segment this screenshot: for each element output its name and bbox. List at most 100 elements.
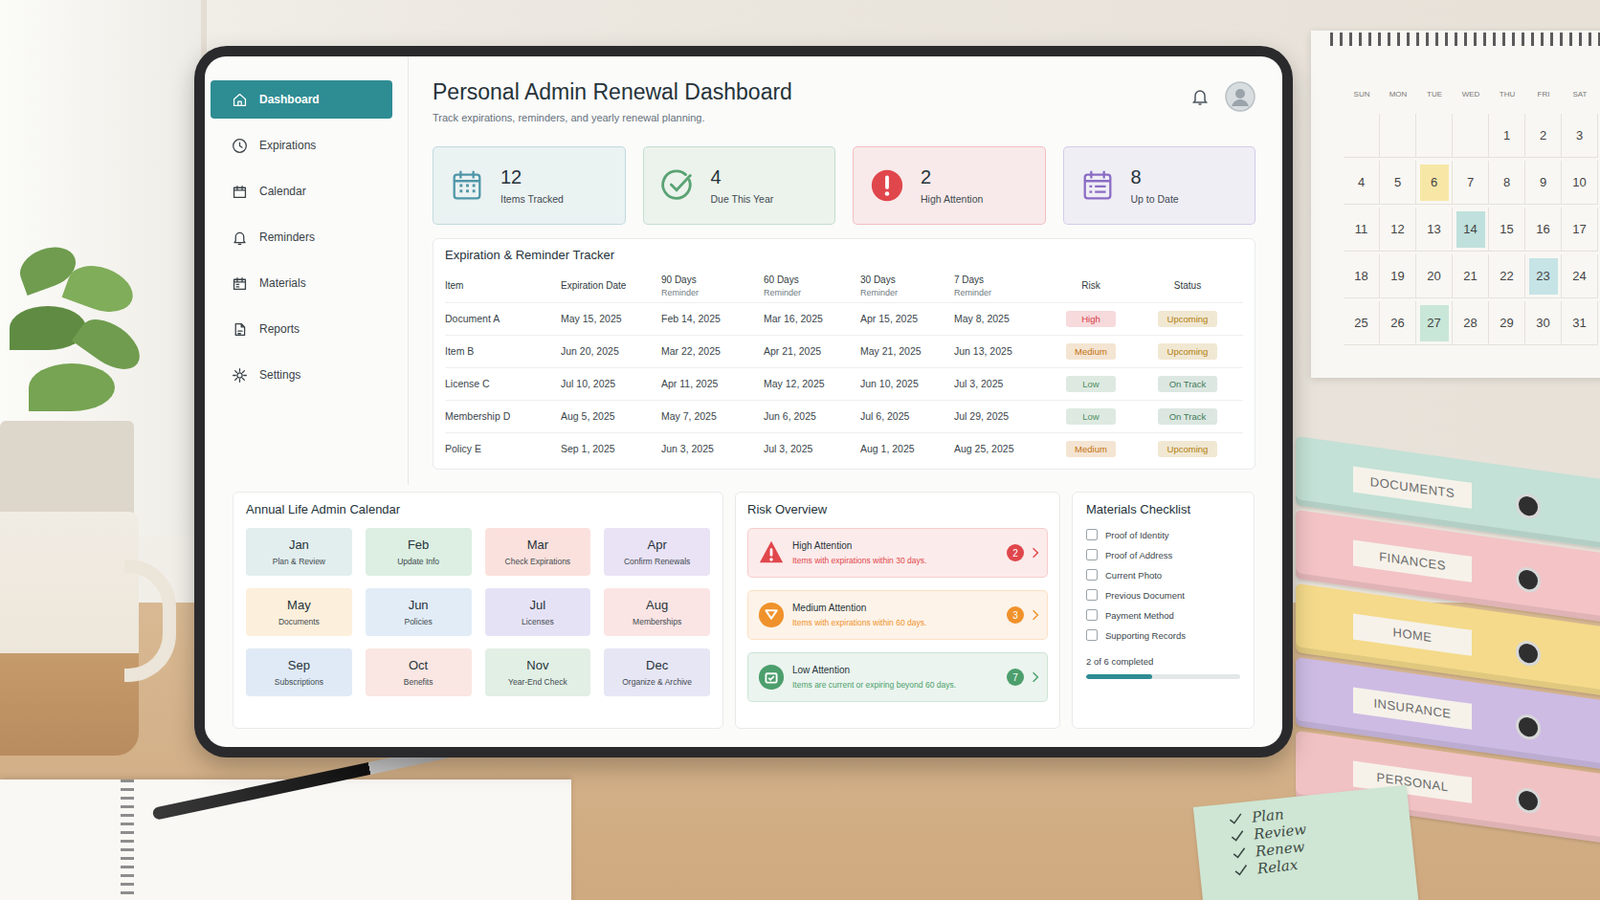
calendar-icon xyxy=(231,275,248,292)
bottom-panels: Annual Life Admin CalendarJanPlan & Revi… xyxy=(204,485,1283,748)
table-row[interactable]: Item BJun 20, 2025Mar 22, 2025Apr 21, 20… xyxy=(444,334,1244,368)
risk-title: High Attention xyxy=(792,540,1000,552)
reminder-cell: May 7, 2025 xyxy=(661,410,764,423)
calendar-day: 2 xyxy=(1525,113,1562,158)
date-cell: Aug 5, 2025 xyxy=(560,410,662,423)
date-cell: May 15, 2025 xyxy=(560,312,662,325)
stat-value: 12 xyxy=(500,166,564,189)
month-tile[interactable]: OctBenefits xyxy=(365,648,472,697)
checkbox[interactable] xyxy=(1086,529,1098,541)
risk-overview-panel: Risk OverviewHigh AttentionItems with ex… xyxy=(734,491,1061,730)
calendar-day: 18 xyxy=(1343,254,1380,299)
checkbox[interactable] xyxy=(1086,569,1098,581)
stat-value: 8 xyxy=(1131,166,1179,189)
table-row[interactable]: Document AMay 15, 2025Feb 14, 2025Mar 16… xyxy=(444,302,1244,335)
stat-value: 4 xyxy=(711,166,775,189)
bell-icon[interactable] xyxy=(1190,87,1210,107)
materials-checklist-panel: Materials ChecklistProof of IdentityProo… xyxy=(1071,491,1255,730)
sidebar-item[interactable]: Expirations xyxy=(210,126,393,165)
stat-label: Up to Date xyxy=(1131,193,1179,205)
weekday-label: TUE xyxy=(1416,89,1453,104)
month-tile[interactable]: MayDocuments xyxy=(245,588,353,637)
binder-ring-icon xyxy=(1515,712,1541,742)
clock-badge-icon xyxy=(757,601,785,629)
column-header[interactable]: 7 DaysReminder xyxy=(954,274,1050,298)
stat-card[interactable]: 12 Items Tracked xyxy=(432,146,626,225)
checkbox[interactable] xyxy=(1086,589,1098,601)
sidebar-item[interactable]: Calendar xyxy=(210,172,393,211)
calendar-day: 10 xyxy=(1561,160,1599,205)
month-tile[interactable]: JanPlan & Review xyxy=(245,528,353,577)
column-header[interactable]: Risk xyxy=(1049,280,1133,291)
checkbox[interactable] xyxy=(1086,629,1098,642)
progress-fill xyxy=(1086,674,1153,680)
calendar-day: 14 xyxy=(1452,207,1489,252)
month-tile[interactable]: JulLicenses xyxy=(485,588,592,637)
blank-day xyxy=(1343,113,1380,158)
calendar-day: 4 xyxy=(1343,160,1380,205)
calendar-day: 11 xyxy=(1343,207,1380,252)
column-header[interactable]: 60 DaysReminder xyxy=(763,274,861,298)
risk-description: Items with expirations within 60 days. xyxy=(792,618,1000,628)
progress-label: 2 of 6 completed xyxy=(1086,656,1241,667)
month-tile[interactable]: NovYear-End Check xyxy=(485,648,592,697)
stat-card[interactable]: 2High Attention xyxy=(852,146,1046,225)
annual-calendar-panel: Annual Life Admin CalendarJanPlan & Revi… xyxy=(232,491,724,730)
table-row[interactable]: Membership DAug 5, 2025May 7, 2025Jun 6,… xyxy=(444,400,1244,433)
month-tile[interactable]: DecOrganize & Archive xyxy=(603,648,711,697)
check-icon xyxy=(1230,830,1245,844)
checklist-item[interactable]: Proof of Address xyxy=(1086,549,1241,561)
checkbox[interactable] xyxy=(1086,549,1098,561)
column-header[interactable]: 30 DaysReminder xyxy=(860,274,955,298)
list-icon xyxy=(1079,167,1116,204)
month-tile[interactable]: SepSubscriptions xyxy=(245,648,353,697)
table-row[interactable]: License CJul 10, 2025Apr 11, 2025May 12,… xyxy=(444,367,1244,400)
checklist-item[interactable]: Previous Document xyxy=(1086,589,1241,601)
column-header[interactable]: Expiration Date xyxy=(560,280,662,291)
stat-card[interactable]: 8 Up to Date xyxy=(1063,146,1257,225)
sidebar-item[interactable]: Dashboard xyxy=(210,80,393,119)
month-tile[interactable]: FebUpdate Info xyxy=(365,528,472,577)
calendar-day: 17 xyxy=(1561,207,1599,252)
reminder-cell: Aug 1, 2025 xyxy=(860,443,955,455)
risk-badge: Medium xyxy=(1066,343,1116,360)
reminder-cell: Apr 21, 2025 xyxy=(763,345,861,357)
stat-card[interactable]: 4Due This Year xyxy=(643,146,837,225)
sidebar-item[interactable]: Reminders xyxy=(210,218,393,257)
sidebar-item[interactable]: Reports xyxy=(210,310,393,349)
calendar-day: 15 xyxy=(1488,207,1526,252)
blank-day xyxy=(1452,113,1489,158)
item-cell: Item B xyxy=(444,345,561,357)
stat-label: Items Tracked xyxy=(500,193,564,205)
sidebar-item[interactable]: Materials xyxy=(210,264,393,303)
calendar-day: 28 xyxy=(1452,301,1489,346)
checklist-item[interactable]: Supporting Records xyxy=(1086,629,1241,642)
item-cell: Membership D xyxy=(444,410,561,423)
check-icon xyxy=(1233,864,1248,877)
checkbox[interactable] xyxy=(1086,609,1098,622)
month-tile[interactable]: AugMemberships xyxy=(603,588,711,637)
avatar-icon[interactable] xyxy=(1224,81,1256,112)
chevron-right-icon xyxy=(1031,671,1040,684)
chevron-right-icon xyxy=(1031,547,1040,559)
risk-badge: Low xyxy=(1066,376,1116,393)
checklist-item[interactable]: Payment Method xyxy=(1086,609,1241,622)
risk-item[interactable]: Medium AttentionItems with expirations w… xyxy=(747,590,1048,641)
checklist-item[interactable]: Proof of Identity xyxy=(1086,529,1241,541)
column-header[interactable]: Status xyxy=(1132,280,1244,291)
column-header[interactable]: 90 DaysReminder xyxy=(661,274,764,298)
weekday-label: FRI xyxy=(1525,89,1562,104)
month-tile[interactable]: MarCheck Expirations xyxy=(485,528,592,577)
checklist-item[interactable]: Current Photo xyxy=(1086,569,1241,581)
risk-item[interactable]: Low AttentionItems are current or expiri… xyxy=(747,652,1048,703)
status-badge: Upcoming xyxy=(1157,441,1218,458)
sidebar-item[interactable]: Settings xyxy=(210,355,393,395)
calendar-day: 23 xyxy=(1525,254,1562,299)
risk-item[interactable]: High AttentionItems with expirations wit… xyxy=(747,528,1048,578)
month-tile[interactable]: AprConfirm Renewals xyxy=(603,528,711,577)
month-tile[interactable]: JunPolicies xyxy=(365,588,472,637)
count-badge: 7 xyxy=(1006,668,1024,687)
column-header[interactable]: Item xyxy=(444,280,561,291)
table-row[interactable]: Policy ESep 1, 2025Jun 3, 2025Jul 3, 202… xyxy=(444,432,1244,466)
calendar-day: 16 xyxy=(1525,207,1562,252)
